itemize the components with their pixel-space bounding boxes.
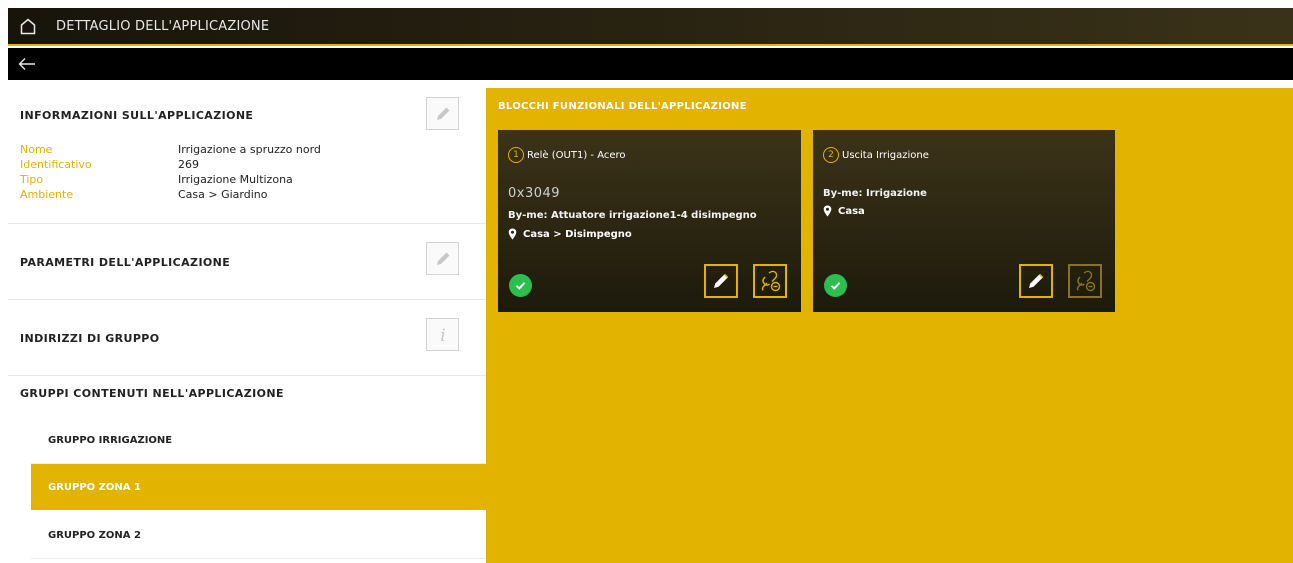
pencil-icon [1029,273,1044,288]
home-icon[interactable] [20,18,36,35]
location-text: Casa > Disimpegno [523,228,632,240]
info-section-title: INFORMAZIONI SULL'APPLICAZIONE [20,109,254,122]
location-text: Casa [838,205,865,217]
block-name: Uscita Irrigazione [842,149,929,161]
title-bar: DETTAGLIO DELL'APPLICAZIONE [8,8,1293,46]
pencil-icon [436,107,449,120]
check-circle-icon [509,274,532,297]
info-value: 269 [178,158,199,171]
unlink-block-button[interactable] [753,264,787,298]
info-section: INFORMAZIONI SULL'APPLICAZIONE Nome Irri… [8,88,486,224]
link-remove-icon [1076,270,1096,292]
info-key: Nome [20,143,53,156]
info-key: Tipo [20,173,44,186]
block-location: Casa > Disimpegno [508,228,632,240]
map-pin-icon [823,205,832,217]
card-header: 1 Relè (OUT1) - Acero [508,147,626,163]
edit-block-button[interactable] [704,264,738,298]
info-icon: i [440,326,445,345]
info-value: Irrigazione a spruzzo nord [178,143,321,156]
link-remove-icon [761,270,781,292]
block-byme: By-me: Attuatore irrigazione1-4 disimpeg… [508,210,757,221]
edit-params-button[interactable] [426,242,459,275]
map-pin-icon [508,228,517,240]
block-number: 2 [823,147,839,163]
app-window: DETTAGLIO DELL'APPLICAZIONE INFORMAZIONI… [0,0,1293,563]
function-block-card-2[interactable]: 2 Uscita Irrigazione By-me: Irrigazione … [813,130,1115,312]
card-header: 2 Uscita Irrigazione [823,147,929,163]
info-row-name: Nome Irrigazione a spruzzo nord [20,143,321,157]
info-row-type: Tipo Irrigazione Multizona [20,173,293,187]
divider [31,558,487,559]
block-number: 1 [508,147,524,163]
group-item-zona-1[interactable]: GRUPPO ZONA 1 [31,464,487,510]
group-item-irrigazione[interactable]: GRUPPO IRRIGAZIONE [31,417,487,463]
group-addresses-section[interactable]: INDIRIZZI DI GRUPPO i [8,300,486,376]
group-item-zona-2[interactable]: GRUPPO ZONA 2 [31,512,487,558]
page-title: DETTAGLIO DELL'APPLICAZIONE [56,18,270,34]
right-panel: BLOCCHI FUNZIONALI DELL'APPLICAZIONE 1 R… [486,88,1293,563]
block-address: 0x3049 [508,186,561,201]
unlink-block-button[interactable] [1068,264,1102,298]
arrow-left-icon[interactable] [18,57,36,71]
group-addresses-title: INDIRIZZI DI GRUPPO [20,332,160,345]
edit-info-button[interactable] [426,97,459,130]
groups-section-title: GRUPPI CONTENUTI NELL'APPLICAZIONE [20,387,284,400]
info-key: Identificativo [20,158,92,171]
check-circle-icon [824,274,847,297]
info-row-environment: Ambiente Casa > Giardino [20,188,268,202]
block-name: Relè (OUT1) - Acero [527,149,626,161]
nav-bar [8,48,1293,80]
edit-block-button[interactable] [1019,264,1053,298]
info-row-id: Identificativo 269 [20,158,199,172]
block-location: Casa [823,205,865,217]
info-value: Casa > Giardino [178,188,268,201]
blocks-title: BLOCCHI FUNZIONALI DELL'APPLICAZIONE [498,101,747,112]
info-key: Ambiente [20,188,74,201]
left-panel: INFORMAZIONI SULL'APPLICAZIONE Nome Irri… [8,88,487,563]
info-button[interactable]: i [426,318,459,351]
pencil-icon [714,273,729,288]
function-block-card-1[interactable]: 1 Relè (OUT1) - Acero 0x3049 By-me: Attu… [498,130,801,312]
pencil-icon [436,252,449,265]
block-byme: By-me: Irrigazione [823,188,927,199]
svg-text:i: i [440,326,445,345]
params-section-title: PARAMETRI DELL'APPLICAZIONE [20,256,231,269]
info-value: Irrigazione Multizona [178,173,293,186]
params-section[interactable]: PARAMETRI DELL'APPLICAZIONE [8,224,486,300]
